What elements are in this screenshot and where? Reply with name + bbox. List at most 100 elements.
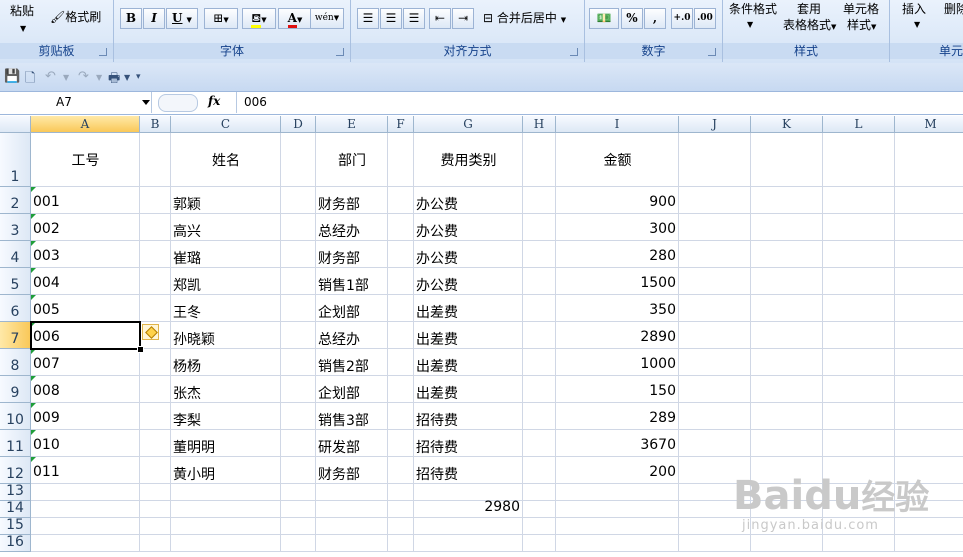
cell-amount[interactable]: 3670 [556,437,676,453]
new-document-icon[interactable]: 🗋 [25,69,35,91]
cell-category[interactable]: 出差费 [416,302,458,322]
phonetic-button[interactable]: wén▼ [310,8,344,29]
increase-indent-icon[interactable]: ⇥ [452,8,474,29]
cell-dept[interactable]: 企划部 [318,383,360,403]
formula-bar-splitter[interactable] [158,94,198,112]
cell-id[interactable]: 007 [33,356,60,372]
column-header-l[interactable]: L [823,116,895,133]
bold-button[interactable]: B [120,8,142,29]
row-header-9[interactable]: 9 [0,376,31,403]
cell-name[interactable]: 李梨 [173,410,201,430]
select-all-corner[interactable] [0,116,31,133]
decrease-indent-icon[interactable]: ⇤ [429,8,451,29]
column-header-i[interactable]: I [556,116,679,133]
cell-name[interactable]: 崔璐 [173,248,201,268]
cell-amount[interactable]: 350 [556,302,676,318]
name-box[interactable]: A7 [0,92,152,113]
align-center-icon[interactable]: ☰ [380,8,402,29]
cell-amount[interactable]: 300 [556,221,676,237]
cell-name[interactable]: 王冬 [173,302,201,322]
cell-dept[interactable]: 总经办 [318,329,360,349]
column-header-j[interactable]: J [679,116,751,133]
header-dept[interactable]: 部门 [316,150,388,170]
clipboard-launcher-icon[interactable] [99,48,107,56]
cell-name[interactable]: 黄小明 [173,464,215,484]
column-header-c[interactable]: C [171,116,281,133]
fill-handle[interactable] [137,346,144,353]
cell-amount[interactable]: 900 [556,194,676,210]
error-smart-tag-icon[interactable] [142,324,159,340]
cell-category[interactable]: 办公费 [416,221,458,241]
italic-button[interactable]: I [143,8,165,29]
row-header-16[interactable]: 16 [0,534,31,552]
chevron-down-icon[interactable]: ▼ [124,73,130,82]
cell-id[interactable]: 010 [33,437,60,453]
cell-category[interactable]: 办公费 [416,194,458,214]
formula-input[interactable]: 006 [244,92,267,113]
cell-id[interactable]: 008 [33,383,60,399]
cell-category[interactable]: 办公费 [416,248,458,268]
row-header-7[interactable]: 7 [0,322,31,349]
comma-button[interactable]: , [644,8,666,29]
customize-toolbar-icon[interactable]: ▾ [136,72,141,82]
cell-dept[interactable]: 总经办 [318,221,360,241]
undo-icon[interactable]: ↶ [45,69,56,84]
cell-id[interactable]: 011 [33,464,60,480]
column-header-f[interactable]: F [388,116,414,133]
chevron-down-icon[interactable]: ▼ [747,14,753,36]
percent-button[interactable]: % [621,8,643,29]
cell-dept[interactable]: 研发部 [318,437,360,457]
decrease-decimal-icon[interactable]: .00 [694,8,716,29]
cell-dept[interactable]: 企划部 [318,302,360,322]
delete-button[interactable]: 删除 [944,0,963,20]
alignment-launcher-icon[interactable] [570,48,578,56]
row-header-1[interactable]: 1 [0,133,31,187]
font-launcher-icon[interactable] [336,48,344,56]
row-header-10[interactable]: 10 [0,403,31,430]
cell-name[interactable]: 孙晓颖 [173,329,215,349]
merge-center-button[interactable]: ⊟ 合并后居中 ▼ [483,7,566,29]
accounting-format-icon[interactable]: 💵 [589,8,619,29]
border-button[interactable]: ⊞▼ [204,8,238,29]
paste-dropdown-icon[interactable]: ▼ [20,18,26,40]
font-color-button[interactable]: A▼ [278,8,312,29]
cell-category[interactable]: 出差费 [416,383,458,403]
number-launcher-icon[interactable] [708,48,716,56]
cell-amount[interactable]: 280 [556,248,676,264]
cell-category[interactable]: 出差费 [416,329,458,349]
cell-dept[interactable]: 财务部 [318,194,360,214]
cell-id[interactable]: 009 [33,410,60,426]
header-id[interactable]: 工号 [31,150,140,170]
row-header-13[interactable]: 13 [0,483,31,501]
chevron-down-icon[interactable]: ▼ [96,73,102,82]
cell-id[interactable]: 005 [33,302,60,318]
cell-dept[interactable]: 财务部 [318,248,360,268]
column-header-d[interactable]: D [281,116,316,133]
cell-amount[interactable]: 289 [556,410,676,426]
format-painter-button[interactable]: 🖌格式刷 [50,6,101,28]
header-name[interactable]: 姓名 [171,150,281,170]
cell-category[interactable]: 招待费 [416,464,458,484]
save-icon[interactable]: 💾 [4,69,20,84]
align-left-icon[interactable]: ☰ [357,8,379,29]
cell-styles-label[interactable]: 样式▼ [847,14,876,36]
chevron-down-icon[interactable]: ▼ [63,73,69,82]
column-header-g[interactable]: G [414,116,523,133]
cell-g14[interactable]: 2980 [414,499,520,515]
column-header-m[interactable]: M [895,116,963,133]
cell-category[interactable]: 出差费 [416,356,458,376]
underline-button[interactable]: U ▼ [166,8,198,29]
cell-id[interactable]: 003 [33,248,60,264]
cell-category[interactable]: 招待费 [416,437,458,457]
row-header-4[interactable]: 4 [0,241,31,268]
row-header-5[interactable]: 5 [0,268,31,295]
increase-decimal-icon[interactable]: +.0 [671,8,693,29]
cell-name[interactable]: 张杰 [173,383,201,403]
fill-color-button[interactable]: ⛾▼ [242,8,276,29]
column-header-e[interactable]: E [316,116,388,133]
row-header-6[interactable]: 6 [0,295,31,322]
row-header-11[interactable]: 11 [0,430,31,457]
header-category[interactable]: 费用类别 [414,150,523,170]
chevron-down-icon[interactable] [142,100,150,105]
redo-icon[interactable]: ↷ [78,69,89,84]
